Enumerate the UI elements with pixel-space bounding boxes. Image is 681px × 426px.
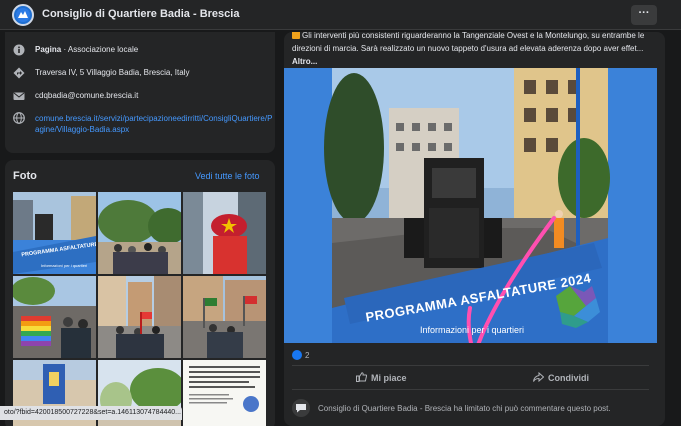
photo-peace-march: [13, 276, 96, 358]
category-label: Pagina: [35, 45, 62, 54]
photo-thumbnail[interactable]: [13, 276, 96, 358]
reaction-count: 2: [305, 350, 310, 360]
share-icon: [533, 371, 545, 383]
share-button[interactable]: Condividi: [533, 371, 589, 383]
intro-card: Pagina · Associazione locale Traversa IV…: [5, 32, 275, 153]
photos-title: Foto: [13, 170, 37, 182]
browser-status-url: oto/?fbid=420018500727228&set=a.14611307…: [0, 406, 182, 420]
see-more-link[interactable]: Altro...: [292, 57, 317, 66]
divider: [292, 389, 649, 390]
photo-asphalt-program: [13, 192, 96, 274]
city-logo-icon: [16, 8, 30, 22]
like-button[interactable]: Mi piace: [356, 372, 407, 383]
page-header: Consiglio di Quartiere Badia - Brescia ·…: [0, 0, 681, 30]
email-icon: [13, 92, 25, 100]
chat-bubble-icon: [296, 404, 306, 413]
directions-icon: [13, 67, 25, 79]
share-label: Condividi: [548, 373, 589, 383]
warning-icon: [292, 32, 300, 39]
photo-thumbnail[interactable]: [98, 276, 181, 358]
post-body: Gli interventi più consistenti riguarder…: [292, 32, 645, 53]
post-banner-subtitle: Informazioni per i quartieri: [420, 325, 525, 335]
comment-restriction-notice: Consiglio di Quartiere Badia - Brescia h…: [318, 404, 611, 413]
post-text: Gli interventi più consistenti riguarder…: [292, 32, 652, 68]
photo-crowd-park: [98, 192, 181, 274]
photos-card: Foto Vedi tutte le foto PROGRAMMA ASFALT…: [5, 160, 275, 426]
website-link[interactable]: comune.brescia.it/servizi/partecipazione…: [35, 113, 275, 135]
post-card: Gli interventi più consistenti riguarder…: [284, 32, 665, 426]
globe-icon: [13, 112, 25, 124]
page-title[interactable]: Consiglio di Quartiere Badia - Brescia: [42, 8, 239, 20]
photo-street-march: [98, 276, 181, 358]
photo-thumbnail[interactable]: PROGRAMMA ASFALTATURE 2024 Informazioni …: [13, 192, 96, 274]
photo-notice-document: [183, 360, 266, 426]
comment-lock-icon: [292, 399, 310, 417]
photo-partisan-hat: [183, 192, 266, 274]
photo-thumbnail[interactable]: [183, 192, 266, 274]
thumbs-up-icon: [292, 350, 302, 360]
address-text: Traversa IV, 5 Villaggio Badia, Brescia,…: [35, 68, 190, 77]
divider: [292, 365, 649, 366]
photo-flags-crowd: [183, 276, 266, 358]
see-all-photos-link[interactable]: Vedi tutte le foto: [195, 171, 260, 181]
reaction-summary[interactable]: 2: [292, 350, 309, 360]
page-avatar[interactable]: [12, 4, 34, 26]
info-icon: [13, 44, 25, 56]
photo-thumbnail[interactable]: [183, 276, 266, 358]
email-text[interactable]: cdqbadia@comune.brescia.it: [35, 91, 275, 101]
more-options-button[interactable]: ···: [631, 5, 657, 25]
like-label: Mi piace: [371, 373, 407, 383]
photo-thumbnail[interactable]: [98, 192, 181, 274]
thumb-banner-sub: Informazioni per i quartieri: [41, 263, 88, 268]
like-icon: [356, 372, 368, 382]
photo-thumbnail[interactable]: [183, 360, 266, 426]
post-image[interactable]: PROGRAMMA ASFALTATURE 2024 Informazioni …: [284, 68, 657, 343]
category-value: · Associazione locale: [61, 45, 139, 54]
